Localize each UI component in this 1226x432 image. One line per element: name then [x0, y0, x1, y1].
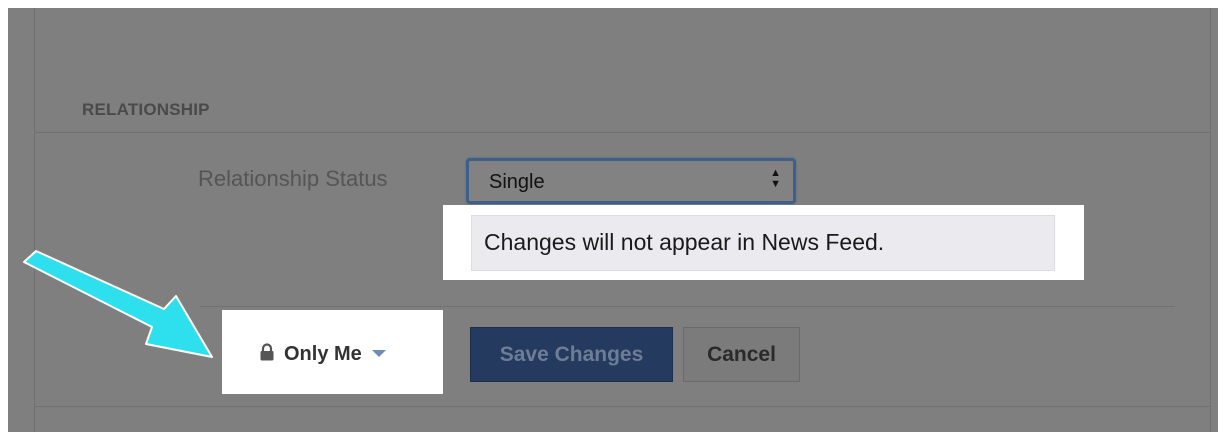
- privacy-audience-button[interactable]: Only Me: [260, 339, 386, 369]
- actions-divider: [200, 306, 1175, 307]
- news-feed-notice-text: Changes will not appear in News Feed.: [484, 229, 885, 255]
- cancel-button[interactable]: Cancel: [683, 327, 800, 382]
- panel-bottom-divider: [35, 406, 1210, 407]
- select-updown-icon: ▲ ▼: [770, 167, 781, 190]
- news-feed-notice: Changes will not appear in News Feed.: [443, 205, 1084, 280]
- privacy-audience-label: Only Me: [284, 342, 362, 365]
- panel-right-border: [1210, 8, 1211, 432]
- chevron-down-icon: [371, 345, 386, 363]
- lock-icon: [260, 342, 274, 366]
- news-feed-notice-bubble: Changes will not appear in News Feed.: [471, 215, 1055, 271]
- relationship-status-select[interactable]: Single ▲ ▼: [466, 158, 796, 204]
- callout-arrow-icon: [23, 250, 213, 358]
- relationship-status-value: Single: [489, 171, 545, 193]
- save-changes-button[interactable]: Save Changes: [470, 327, 673, 382]
